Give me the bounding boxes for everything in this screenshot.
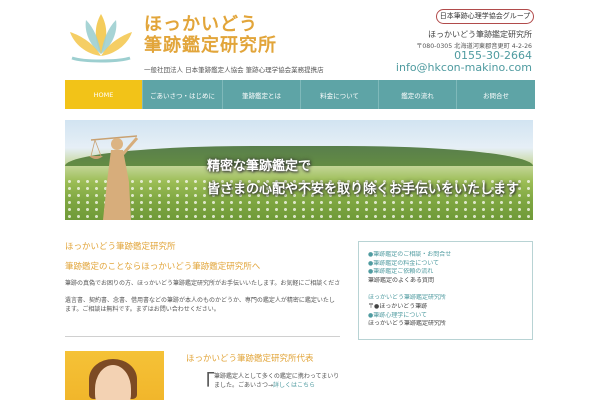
nav-flow[interactable]: 鑑定の流れ — [379, 80, 457, 109]
sidebar-box: ●筆跡鑑定のご相談・お問合せ ●筆跡鑑定の料金について ●筆跡鑑定ご依頼の流れ … — [358, 241, 533, 340]
main-heading: ほっかいどう筆跡鑑定研究所 — [65, 242, 176, 252]
representative-photo — [65, 351, 164, 400]
nav-about-analysis[interactable]: 筆跡鑑定とは — [223, 80, 301, 109]
nav-home[interactable]: HOME — [65, 80, 143, 109]
main-subheading: 筆跡鑑定のことならほっかいどう筆跡鑑定研究所へ — [65, 262, 261, 272]
logo-title-line2: 筆跡鑑定研究所 — [144, 35, 277, 56]
sidebar-link-handwriting[interactable]: 〒●ほっかいどう筆跡 — [368, 303, 523, 312]
main-paragraph-2: 遺言書、契約書、念書、借用書などの筆跡が本人のものかどうか、専門の鑑定人が精密に… — [65, 297, 335, 313]
sidebar-link-institute[interactable]: ほっかいどう筆跡鑑定研究所 — [368, 294, 523, 303]
hero-headline-line2: 皆さまの心配や不安を取り除くお手伝いをいたします — [207, 182, 520, 197]
sidebar-link-faq[interactable]: 筆跡鑑定のよくある質問 — [368, 277, 523, 286]
nav-greeting[interactable]: ごあいさつ・はじめに — [143, 80, 223, 109]
sidebar-link-consultation[interactable]: ●筆跡鑑定のご相談・お問合せ — [368, 251, 523, 260]
representative-link[interactable]: 詳しくはこちら — [273, 382, 315, 389]
email-link[interactable]: info@hkcon-makino.com — [396, 61, 532, 74]
lotus-logo-icon[interactable] — [64, 10, 138, 66]
sidebar-link-pricing[interactable]: ●筆跡鑑定の料金について — [368, 260, 523, 269]
section-divider — [65, 336, 340, 337]
main-paragraph-1: 筆跡の真偽でお困りの方、ほっかいどう筆跡鑑定研究所がお手伝いいたします。お気軽に… — [65, 280, 340, 287]
hero-banner: 精密な筆跡鑑定で 皆さまの心配や不安を取り除くお手伝いをいたします — [65, 120, 533, 220]
hero-headline-line1: 精密な筆跡鑑定で — [207, 159, 312, 174]
justice-statue-icon — [89, 135, 139, 220]
representative-text: 筆跡鑑定人として多くの鑑定に携わってまいりました。ごあいさつ→詳しくはこちら — [214, 372, 344, 390]
nav-contact[interactable]: お問合せ — [457, 80, 535, 109]
main-nav: HOME ごあいさつ・はじめに 筆跡鑑定とは 料金について 鑑定の流れ お問合せ — [65, 80, 535, 109]
site-logo-title[interactable]: ほっかいどう 筆跡鑑定研究所 — [144, 14, 277, 56]
logo-title-line1: ほっかいどう — [144, 14, 258, 35]
sidebar-link-institute-2[interactable]: ほっかいどう筆跡鑑定研究所 — [368, 320, 523, 329]
representative-heading: ほっかいどう筆跡鑑定研究所代表 — [186, 354, 314, 364]
nav-pricing[interactable]: 料金について — [301, 80, 379, 109]
quote-bracket: 「 — [193, 372, 216, 397]
logo-subtitle: 一般社団法人 日本筆跡鑑定人協会 筆跡心理学協会業務提携店 — [144, 66, 324, 74]
group-badge-link[interactable]: 日本筆跡心理学協会グループ — [436, 9, 534, 24]
org-name: ほっかいどう筆跡鑑定研究所 — [428, 30, 532, 39]
site-header: ほっかいどう 筆跡鑑定研究所 一般社団法人 日本筆跡鑑定人協会 筆跡心理学協会業… — [0, 0, 600, 80]
sidebar-link-psychology[interactable]: ●筆跡心理学について — [368, 312, 523, 321]
sidebar-link-flow[interactable]: ●筆跡鑑定ご依頼の流れ — [368, 268, 523, 277]
